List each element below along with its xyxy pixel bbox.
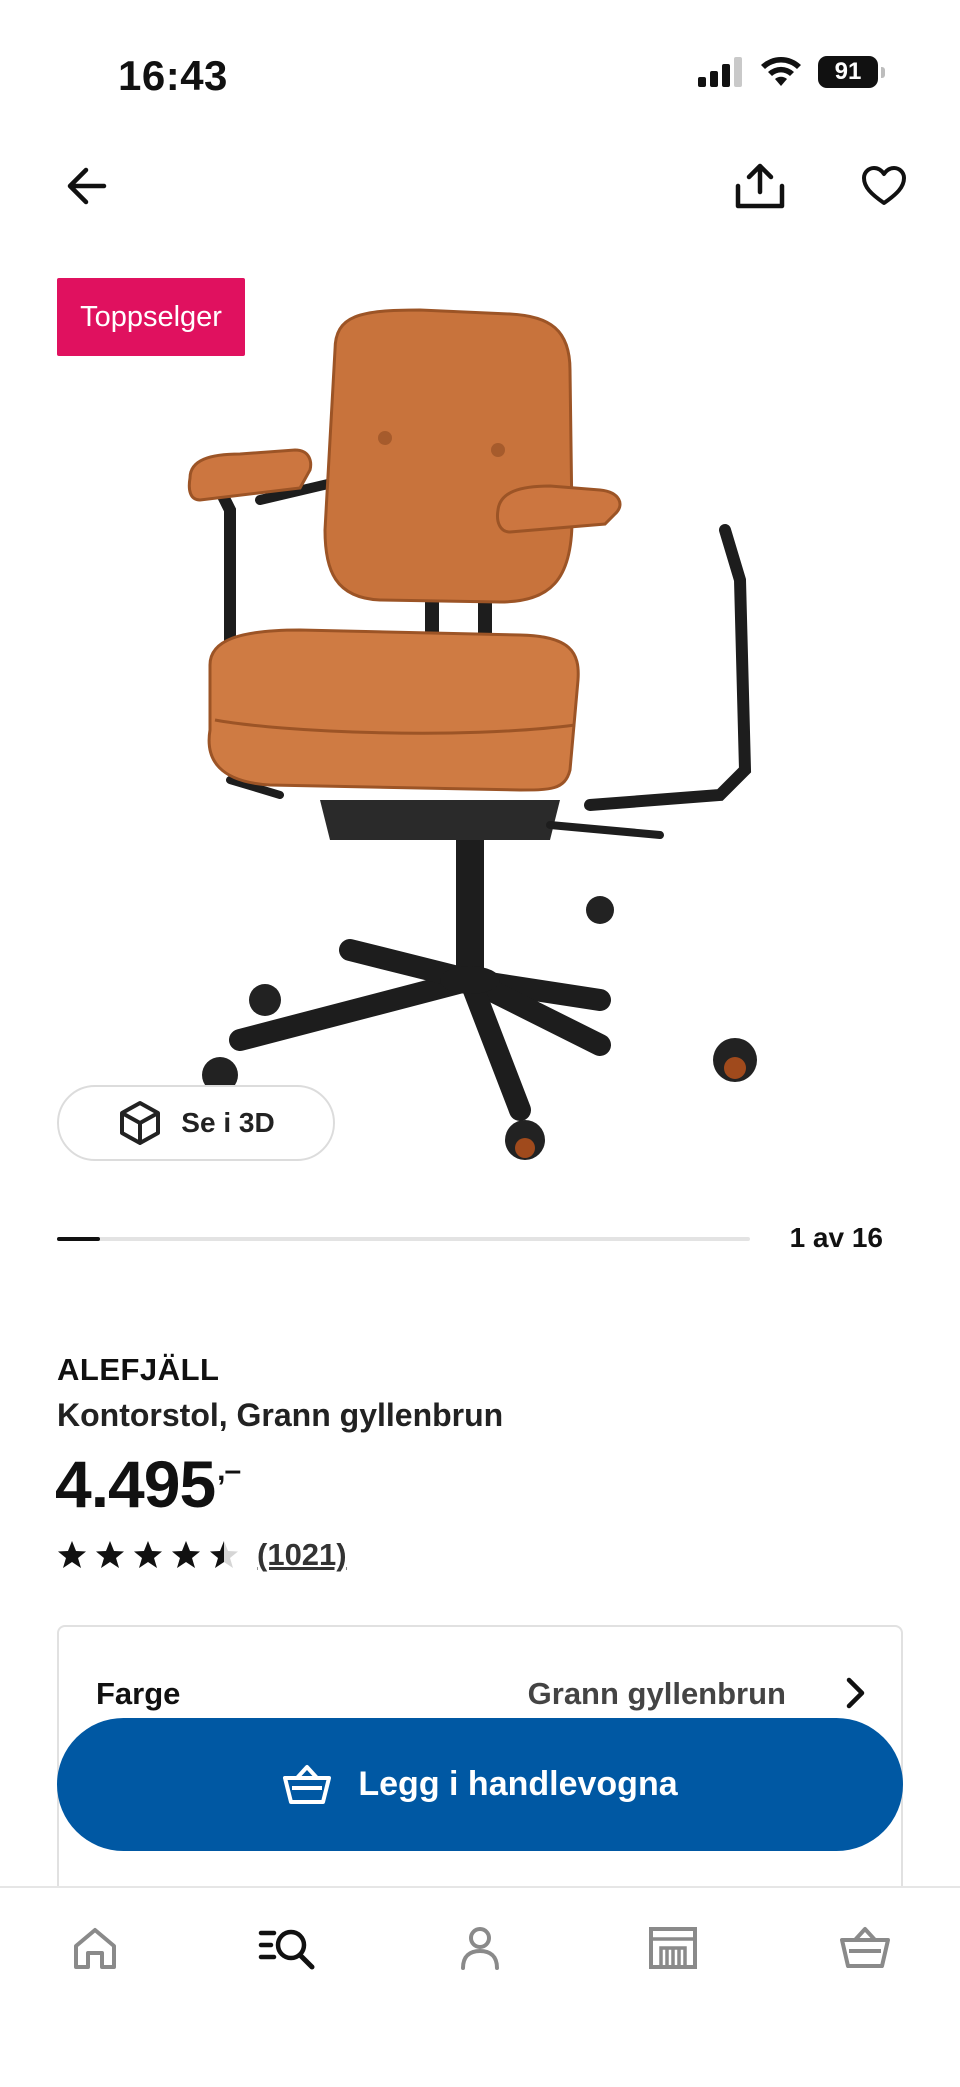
star-icon xyxy=(172,1541,200,1568)
product-brand: ALEFJÄLL xyxy=(57,1352,220,1387)
status-icons: 91 xyxy=(698,56,885,88)
image-pager-fill xyxy=(57,1237,101,1241)
color-option-label[interactable]: Farge xyxy=(96,1676,180,1712)
tab-stores[interactable] xyxy=(643,1918,703,1978)
rating-stars xyxy=(57,1540,239,1570)
person-icon xyxy=(461,1927,499,1970)
tab-cart[interactable] xyxy=(835,1918,895,1978)
wifi-icon xyxy=(761,57,801,86)
tab-profile[interactable] xyxy=(450,1918,510,1978)
arrow-left-icon xyxy=(67,167,107,205)
color-option-value[interactable]: Grann gyllenbrun xyxy=(528,1676,786,1712)
tab-search[interactable] xyxy=(257,1918,317,1978)
battery-indicator: 91 xyxy=(818,56,885,88)
home-icon xyxy=(74,1928,116,1969)
star-icon xyxy=(58,1541,86,1568)
color-option-chevron[interactable] xyxy=(844,1675,868,1716)
product-description: Kontorstol, Grann gyllenbrun xyxy=(57,1397,504,1433)
add-to-cart-label: Legg i handlevogna xyxy=(358,1765,678,1803)
bottom-tab-bar xyxy=(0,1886,960,2087)
back-button[interactable] xyxy=(50,150,122,222)
share-icon xyxy=(735,163,785,209)
star-icon xyxy=(210,1541,238,1568)
add-to-cart-button[interactable]: Legg i handlevogna xyxy=(57,1718,903,1851)
cube-icon xyxy=(120,1101,161,1145)
image-counter: 1 av 16 xyxy=(789,1222,883,1253)
rating-row[interactable]: (1021) xyxy=(57,1537,347,1573)
chevron-right-icon xyxy=(846,1677,865,1709)
search-icon xyxy=(258,1929,315,1970)
review-count[interactable]: (1021) xyxy=(257,1537,347,1573)
status-time: 16:43 xyxy=(118,52,228,99)
product-image[interactable] xyxy=(160,300,800,1180)
star-icon xyxy=(134,1541,162,1568)
tab-home[interactable] xyxy=(65,1918,125,1978)
view-3d-button[interactable]: Se i 3D xyxy=(57,1085,335,1161)
favorite-button[interactable] xyxy=(848,150,920,222)
basket-icon xyxy=(840,1927,890,1968)
price-value: 4.495 xyxy=(55,1447,216,1521)
image-pager-track xyxy=(57,1237,750,1241)
share-button[interactable] xyxy=(724,150,796,222)
battery-level: 91 xyxy=(834,58,862,85)
basket-icon xyxy=(283,1764,332,1804)
price-suffix: ,– xyxy=(217,1454,241,1487)
signal-icon xyxy=(698,57,742,87)
heart-icon xyxy=(862,166,906,205)
star-icon xyxy=(96,1541,124,1568)
view-3d-label: Se i 3D xyxy=(181,1107,275,1138)
product-price: 4.495 ,– xyxy=(55,1446,241,1522)
store-icon xyxy=(649,1927,697,1969)
